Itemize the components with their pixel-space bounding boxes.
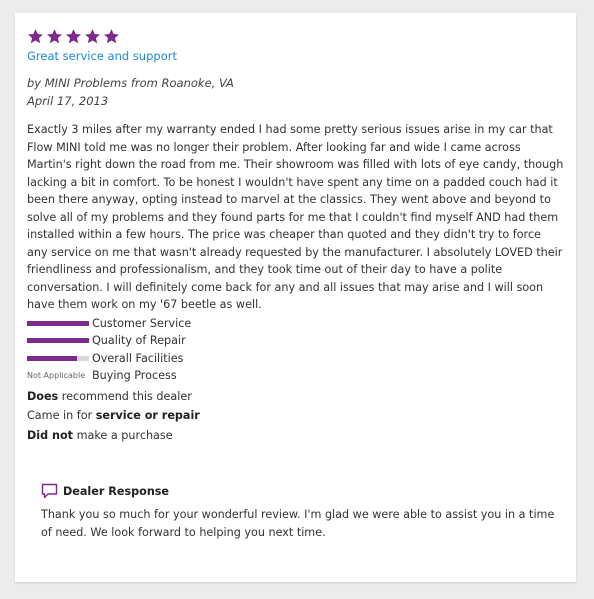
- star-rating: [27, 27, 564, 45]
- recommend-fact: Does recommend this dealer: [27, 389, 192, 403]
- rating-label: Quality of Repair: [92, 334, 186, 348]
- review-facts: Does recommend this dealer Came in for s…: [27, 387, 564, 446]
- star-icon: [84, 28, 101, 45]
- visit-reason-fact: Came in for service or repair: [27, 409, 200, 422]
- review-body: Exactly 3 miles after my warranty ended …: [27, 123, 564, 311]
- rating-row-buying-process: Not Applicable Buying Process: [27, 367, 564, 385]
- star-icon: [103, 28, 120, 45]
- category-ratings: Customer Service Quality of Repair Overa…: [27, 315, 564, 385]
- review-author: by MINI Problems from Roanoke, VA: [27, 76, 234, 90]
- rating-label: Customer Service: [92, 316, 192, 330]
- review-date: April 17, 2013: [27, 94, 109, 108]
- star-icon: [46, 28, 63, 45]
- speech-bubble-icon: [41, 483, 58, 499]
- rating-bar: [27, 320, 89, 326]
- rating-row-overall-facilities: Overall Facilities: [27, 350, 564, 368]
- dealer-response-heading: Dealer Response: [63, 484, 170, 498]
- review-title[interactable]: Great service and support: [27, 48, 564, 65]
- rating-row-customer-service: Customer Service: [27, 315, 564, 333]
- purchase-fact: Did not make a purchase: [27, 428, 173, 442]
- rating-bar: [27, 355, 89, 361]
- rating-label: Overall Facilities: [92, 351, 184, 365]
- dealer-response-text: Thank you so much for your wonderful rev…: [41, 508, 555, 539]
- rating-bar: [27, 338, 89, 344]
- dealer-response: Dealer Response Thank you so much for yo…: [41, 483, 561, 542]
- not-applicable-label: Not Applicable: [27, 371, 86, 381]
- rating-label: Buying Process: [92, 369, 177, 383]
- star-icon: [27, 28, 44, 45]
- star-icon: [65, 28, 82, 45]
- rating-row-quality-of-repair: Quality of Repair: [27, 332, 564, 350]
- review-card: Great service and support by MINI Proble…: [15, 13, 576, 582]
